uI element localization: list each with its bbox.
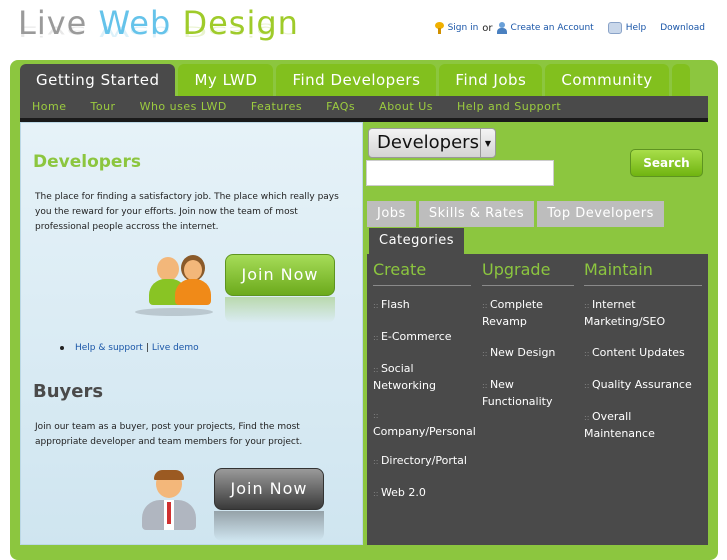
tab-community[interactable]: Community — [545, 64, 669, 96]
subnav-tour[interactable]: Tour — [78, 96, 127, 118]
column-upgrade-title: Upgrade — [482, 260, 551, 279]
category-item[interactable]: :: Social Networking — [373, 361, 473, 394]
help-icon — [607, 22, 622, 34]
category-item[interactable]: :: New Functionality — [482, 377, 574, 410]
column-maintain-title: Maintain — [584, 260, 653, 279]
category-item[interactable]: :: E-Commerce — [373, 329, 473, 346]
or-text: or — [482, 22, 493, 34]
subnav-features[interactable]: Features — [239, 96, 314, 118]
help-support-link[interactable]: Help & support — [75, 343, 143, 353]
download-link[interactable]: Download — [660, 23, 705, 33]
category-item[interactable]: :: Web 2.0 — [373, 485, 473, 502]
bullet-icon — [60, 346, 64, 350]
buyers-text: Join our team as a buyer, post your proj… — [35, 422, 303, 447]
search-input[interactable] — [366, 160, 554, 186]
subnav-who-uses[interactable]: Who uses LWD — [128, 96, 239, 118]
search-button[interactable]: Search — [630, 149, 703, 177]
tab-categories[interactable]: Categories — [369, 228, 465, 254]
column-create: Create — [373, 260, 471, 286]
chevron-down-icon: ▼ — [480, 129, 495, 157]
column-maintain: Maintain — [584, 260, 702, 286]
user-icon — [496, 22, 507, 34]
sign-in-link[interactable]: Sign in — [448, 23, 479, 33]
join-button-2-reflection — [214, 511, 324, 541]
tab-spacer — [671, 64, 690, 96]
tab-find-jobs[interactable]: Find Jobs — [439, 64, 543, 96]
live-demo-link[interactable]: Live demo — [152, 343, 199, 353]
developers-heading: Developers — [33, 152, 141, 172]
category-item[interactable]: :: Company/Personal — [373, 407, 476, 440]
subnav-home[interactable]: Home — [20, 96, 78, 118]
category-item[interactable]: :: Internet Marketing/SEO — [584, 297, 702, 330]
developers-text: The place for finding a satisfactory job… — [35, 192, 339, 232]
category-item[interactable]: :: Overall Maintenance — [584, 409, 702, 442]
developers-join-button[interactable]: Join Now — [225, 254, 335, 296]
logo-reflection: Live Web Design — [18, 22, 299, 40]
sub-navigation: Home Tour Who uses LWD Features FAQs Abo… — [20, 96, 708, 118]
developers-people-icon — [135, 255, 213, 316]
buyers-join-button[interactable]: Join Now — [214, 468, 324, 510]
category-item[interactable]: :: Content Updates — [584, 345, 702, 362]
main-tabs: Getting Started My LWD Find Developers F… — [20, 64, 690, 96]
tab-top-developers[interactable]: Top Developers — [537, 201, 664, 227]
category-item[interactable]: :: Quality Assurance — [584, 377, 702, 394]
tab-jobs[interactable]: Jobs — [367, 201, 416, 227]
subnav-help-support[interactable]: Help and Support — [445, 96, 573, 118]
help-demo-links: Help & support | Live demo — [60, 343, 199, 353]
subnav-faqs[interactable]: FAQs — [314, 96, 367, 118]
buyer-person-icon — [140, 470, 200, 530]
tab-my-lwd[interactable]: My LWD — [178, 64, 274, 96]
category-item[interactable]: :: Directory/Portal — [373, 453, 473, 470]
category-item[interactable]: :: New Design — [482, 345, 574, 362]
join-button-reflection — [225, 297, 335, 323]
frame-right-edge — [708, 122, 718, 545]
category-item[interactable]: :: Complete Revamp — [482, 297, 574, 330]
create-account-link[interactable]: Create an Account — [511, 23, 594, 33]
tab-skills-rates[interactable]: Skills & Rates — [418, 201, 535, 227]
search-type-select[interactable]: Developers ▼ — [368, 128, 496, 158]
help-link[interactable]: Help — [626, 23, 647, 33]
category-item[interactable]: :: Flash — [373, 297, 473, 314]
column-create-title: Create — [373, 260, 427, 279]
tab-find-developers[interactable]: Find Developers — [276, 64, 437, 96]
subnav-about[interactable]: About Us — [367, 96, 445, 118]
key-icon — [434, 22, 444, 34]
tab-getting-started[interactable]: Getting Started — [20, 64, 176, 96]
category-tabs: Jobs Skills & Rates Top Developers — [367, 201, 664, 227]
buyers-heading: Buyers — [33, 381, 104, 402]
top-links: Sign in or Create an Account Help Downlo… — [434, 22, 705, 34]
column-upgrade: Upgrade — [482, 260, 574, 286]
